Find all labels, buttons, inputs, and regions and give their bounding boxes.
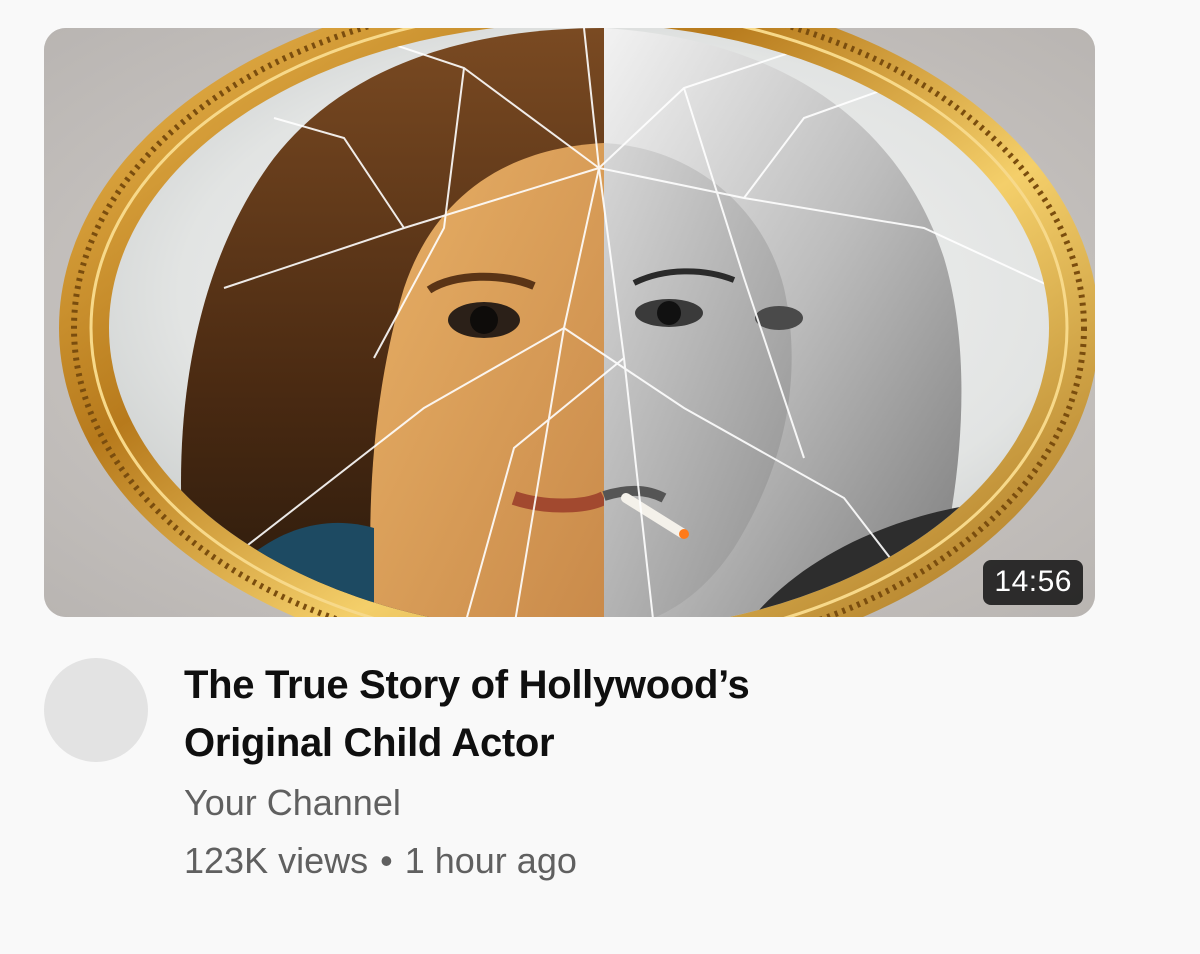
- video-thumbnail[interactable]: 14:56: [44, 28, 1095, 617]
- view-count: 123K views: [184, 840, 369, 881]
- video-title[interactable]: The True Story of Hollywood’s Original C…: [184, 656, 884, 772]
- upload-age: 1 hour ago: [404, 840, 577, 881]
- thumbnail-artwork: [44, 28, 1095, 617]
- video-metadata: The True Story of Hollywood’s Original C…: [184, 656, 1084, 886]
- video-stats: 123K views • 1 hour ago: [184, 836, 1084, 886]
- separator-dot: •: [380, 840, 393, 881]
- channel-name[interactable]: Your Channel: [184, 778, 1084, 828]
- video-card[interactable]: 14:56 The True Story of Hollywood’s Orig…: [0, 0, 1200, 954]
- channel-avatar[interactable]: [44, 658, 148, 762]
- duration-badge: 14:56: [983, 560, 1083, 605]
